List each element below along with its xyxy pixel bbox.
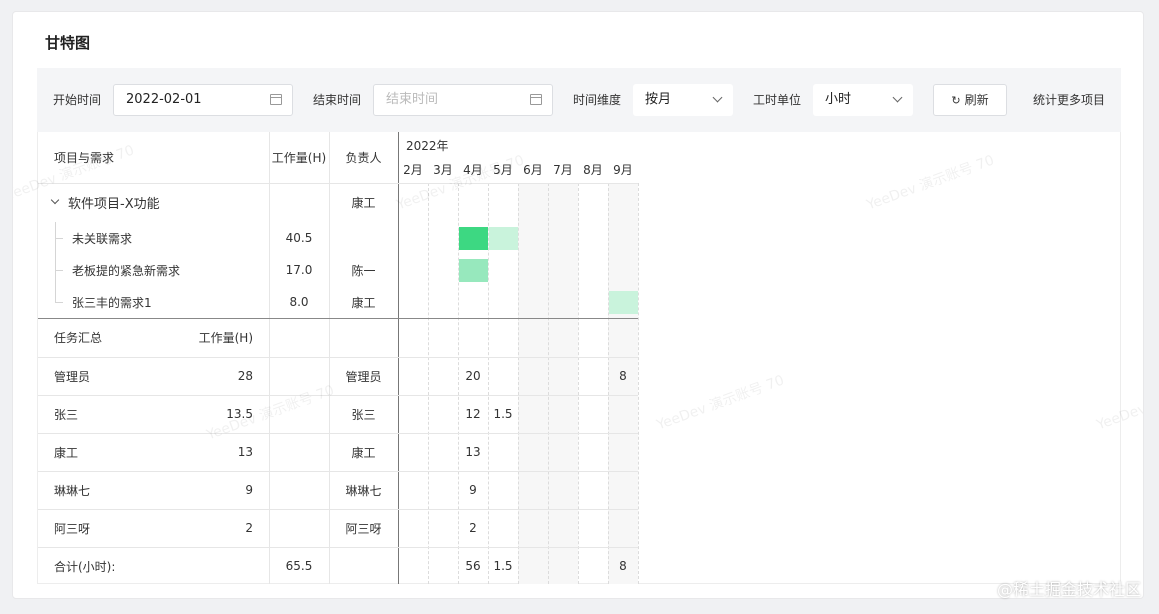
- total-month-hours: 56: [465, 559, 481, 573]
- person-name: 张三: [54, 407, 79, 422]
- header-month: 6月: [523, 162, 543, 177]
- person-month-hours: 13: [465, 445, 481, 459]
- person-name: 琳琳七: [54, 483, 91, 498]
- filter-toolbar: 开始时间 2022-02-01 结束时间 结束时间 时间维度 按月 工时单位 小…: [37, 68, 1121, 132]
- header-year: 2022年: [406, 138, 449, 153]
- header-month: 2月: [403, 162, 423, 177]
- more-projects-link[interactable]: 统计更多项目: [1033, 91, 1105, 108]
- gantt-bar[interactable]: [609, 290, 638, 314]
- refresh-label: 刷新: [964, 93, 989, 107]
- end-time-label: 结束时间: [313, 93, 362, 107]
- time-dimension-value: 按月: [645, 92, 672, 107]
- requirement-owner: 陈一: [351, 263, 376, 278]
- calendar-icon: [270, 94, 282, 105]
- start-time-value: 2022-02-01: [126, 92, 202, 107]
- person-owner: 张三: [351, 407, 376, 422]
- page-title: 甘特图: [45, 34, 91, 52]
- header-month: 3月: [433, 162, 453, 177]
- start-time-input[interactable]: 2022-02-01: [113, 84, 293, 116]
- person-hours: 13: [237, 445, 253, 459]
- column-divider: [269, 132, 270, 584]
- total-month-hours: 8: [619, 559, 627, 573]
- chevron-down-icon: [892, 92, 903, 103]
- person-month-hours: 8: [619, 369, 627, 383]
- gantt-bar[interactable]: [489, 226, 518, 250]
- person-month-hours: 1.5: [493, 407, 513, 421]
- person-month-hours: 12: [465, 407, 481, 421]
- tree-connector: [55, 222, 56, 302]
- project-owner: 康工: [351, 196, 376, 210]
- month-gridline: [428, 183, 429, 584]
- header-month: 9月: [613, 162, 633, 177]
- person-owner: 管理员: [345, 369, 382, 384]
- tree-branch: [55, 270, 63, 271]
- summary-title: 任务汇总: [54, 331, 103, 345]
- total-label: 合计(小时):: [54, 559, 116, 574]
- time-dimension-label: 时间维度: [573, 93, 622, 107]
- requirement-hours: 40.5: [285, 231, 313, 245]
- month-gridline: [638, 183, 639, 584]
- refresh-button[interactable]: ↻ 刷新: [933, 84, 1007, 116]
- gantt-card: 甘特图 开始时间 2022-02-01 结束时间 结束时间 时间维度 按月 工时…: [12, 11, 1144, 599]
- hour-unit-value: 小时: [825, 92, 852, 107]
- calendar-icon: [530, 94, 542, 105]
- hour-unit-label: 工时单位: [753, 93, 802, 107]
- person-owner: 康工: [351, 445, 376, 460]
- site-watermark: @稀土掘金技术社区: [996, 580, 1141, 599]
- person-owner: 阿三呀: [345, 521, 382, 536]
- start-time-label: 开始时间: [53, 93, 102, 107]
- header-month: 5月: [493, 162, 513, 177]
- gantt-bar[interactable]: [459, 226, 488, 250]
- end-time-placeholder: 结束时间: [386, 92, 439, 107]
- person-owner: 琳琳七: [345, 483, 382, 498]
- person-hours: 2: [245, 521, 253, 535]
- requirement-owner: 康工: [351, 295, 376, 310]
- person-month-hours: 20: [465, 369, 481, 383]
- tree-branch: [55, 302, 63, 303]
- requirement-name[interactable]: 未关联需求: [72, 222, 132, 254]
- header-hours: 工作量(H): [271, 151, 327, 165]
- requirement-hours: 17.0: [285, 263, 313, 277]
- requirement-owner: [329, 222, 398, 254]
- month-column-shade: [518, 183, 548, 584]
- gantt-table: 项目与需求 工作量(H) 负责人 2022年 2月 3月 4月 5月 6月 7月 8月 9月 软件项目-…: [37, 132, 1121, 584]
- row-divider: [38, 547, 638, 548]
- header-name: 项目与需求: [54, 151, 115, 165]
- requirement-name[interactable]: 张三丰的需求1: [72, 286, 152, 318]
- refresh-icon: ↻: [951, 94, 961, 107]
- person-hours: 28: [237, 369, 253, 383]
- month-gridline: [518, 183, 519, 584]
- month-column-shade: [548, 183, 578, 584]
- person-hours: 13.5: [226, 407, 253, 421]
- person-month-hours: 2: [469, 521, 477, 535]
- person-name: 管理员: [54, 369, 91, 384]
- total-month-hours: 1.5: [493, 559, 513, 573]
- header-month: 4月: [463, 162, 483, 177]
- requirement-name[interactable]: 老板提的紧急新需求: [72, 254, 180, 286]
- project-name[interactable]: 软件项目-X功能: [68, 183, 160, 222]
- header-month: 8月: [583, 162, 603, 177]
- gantt-bar[interactable]: [459, 258, 488, 282]
- person-hours: 9: [245, 483, 253, 497]
- header-owner: 负责人: [345, 151, 382, 165]
- person-name: 阿三呀: [54, 521, 91, 536]
- chevron-down-icon: [712, 92, 723, 103]
- gantt-divider: [398, 132, 399, 584]
- hour-unit-select[interactable]: 小时: [813, 84, 913, 116]
- tree-branch: [55, 238, 63, 239]
- month-gridline: [578, 183, 579, 584]
- time-dimension-select[interactable]: 按月: [633, 84, 733, 116]
- requirement-hours: 8.0: [289, 295, 309, 309]
- chevron-down-icon[interactable]: [50, 195, 60, 205]
- total-hours: 65.5: [285, 559, 313, 573]
- summary-divider: [38, 318, 638, 319]
- end-time-input[interactable]: 结束时间: [373, 84, 553, 116]
- header-month: 7月: [553, 162, 573, 177]
- person-month-hours: 9: [469, 483, 477, 497]
- summary-hours-label: 工作量(H): [198, 331, 253, 345]
- month-gridline: [548, 183, 549, 584]
- person-name: 康工: [54, 445, 79, 460]
